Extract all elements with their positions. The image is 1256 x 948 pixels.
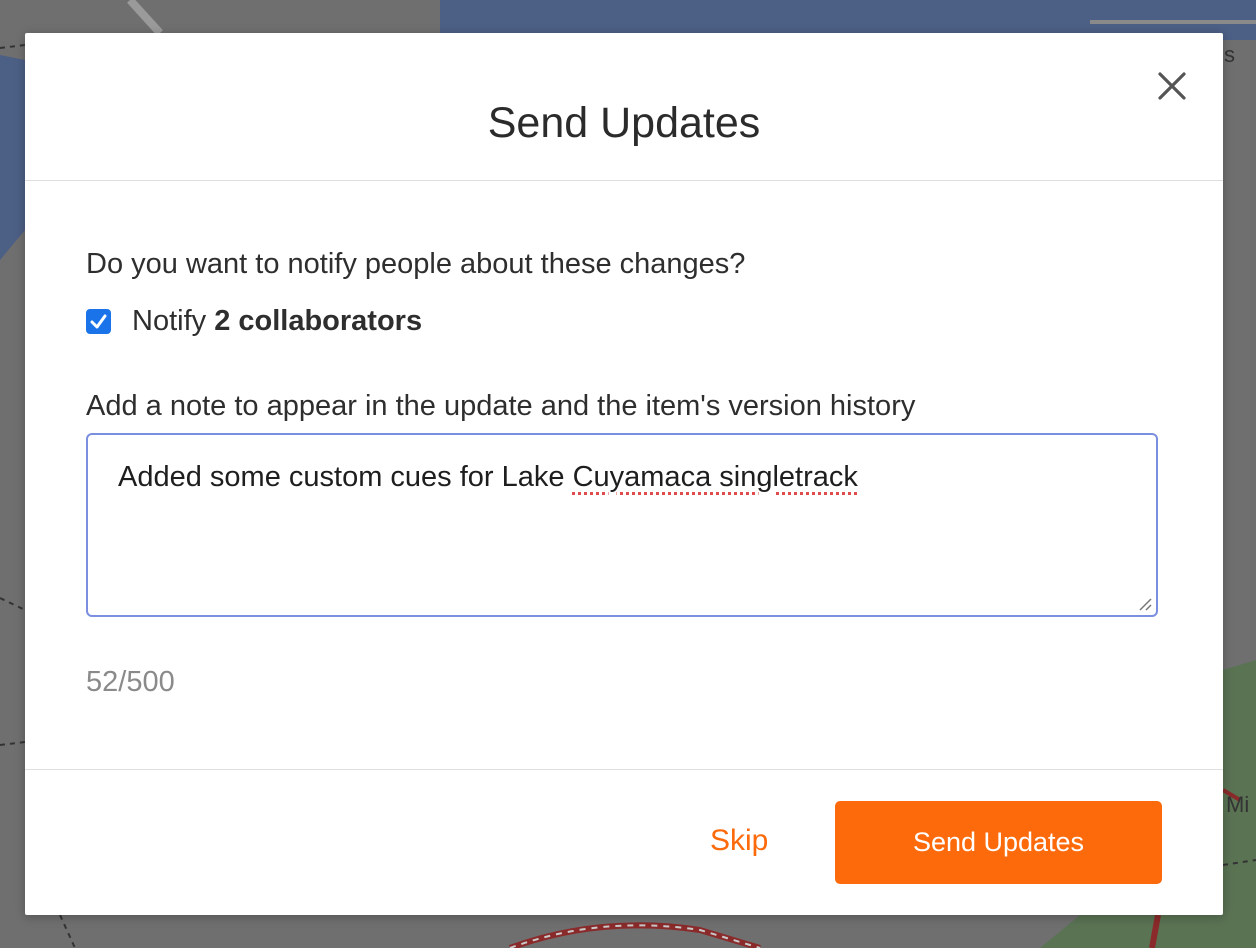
collaborators-count: 2 collaborators <box>214 305 423 337</box>
send-updates-button[interactable]: Send Updates <box>835 801 1162 884</box>
note-text-misspelled: Cuyamaca singletrack <box>572 461 858 493</box>
dialog-title: Send Updates <box>487 99 761 147</box>
notify-checkbox[interactable] <box>86 309 111 334</box>
notify-row: Notify 2 collaborators <box>86 305 422 338</box>
notify-label[interactable]: Notify 2 collaborators <box>132 305 422 338</box>
note-label: Add a note to appear in the update and t… <box>86 390 916 422</box>
note-textarea[interactable]: Added some custom cues for Lake Cuyamaca… <box>86 433 1158 617</box>
dialog-header: Send Updates <box>25 33 1223 181</box>
skip-button[interactable]: Skip <box>710 824 768 858</box>
close-icon <box>1158 72 1186 100</box>
note-text-part: Added some custom cues for Lake <box>118 461 573 493</box>
notify-question: Do you want to notify people about these… <box>86 248 746 280</box>
checkmark-icon <box>90 314 107 329</box>
map-label: s <box>1224 42 1235 67</box>
send-updates-dialog: Send Updates Do you want to notify peopl… <box>25 33 1223 915</box>
close-button[interactable] <box>1155 69 1189 103</box>
character-count: 52/500 <box>86 666 175 698</box>
resize-handle-icon[interactable] <box>1138 597 1152 611</box>
notify-label-prefix: Notify <box>132 305 215 337</box>
map-label: Mi <box>1226 792 1249 817</box>
note-text: Added some custom cues for Lake Cuyamaca… <box>118 461 858 494</box>
